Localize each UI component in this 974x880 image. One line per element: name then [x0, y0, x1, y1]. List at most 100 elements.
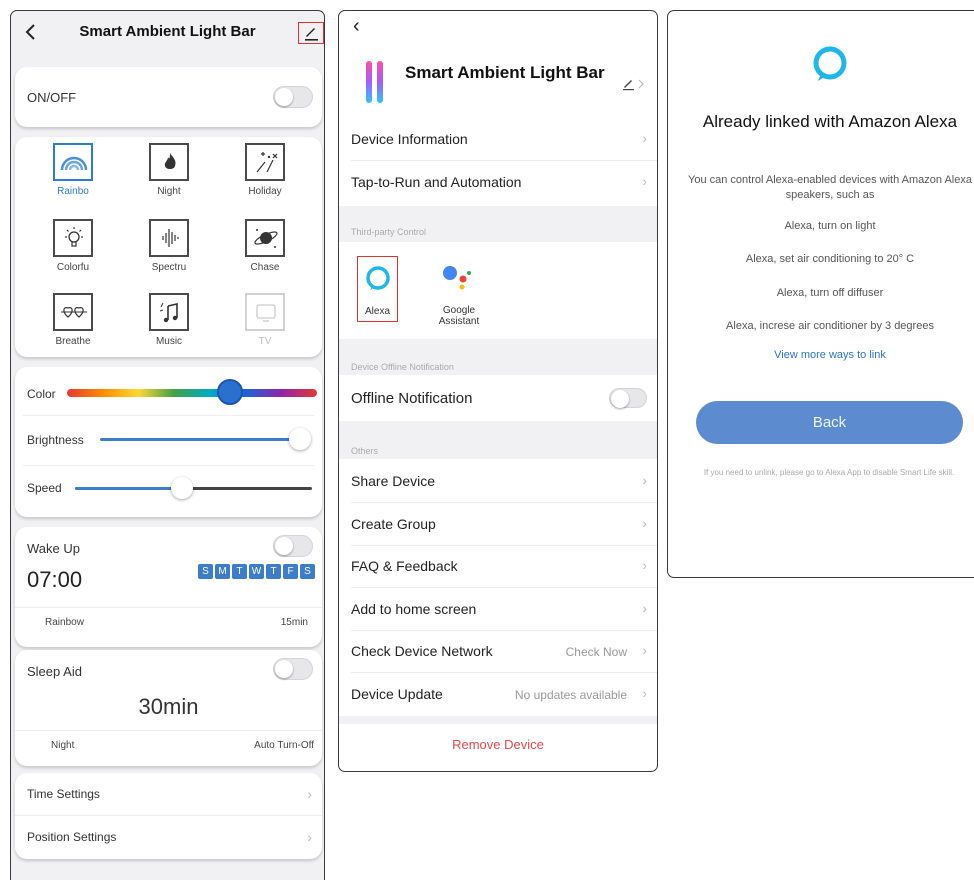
weekday-selector: S M T W T F S — [198, 564, 315, 579]
brightness-slider-handle[interactable] — [289, 428, 311, 450]
wake-up-time[interactable]: 07:00 — [27, 567, 82, 593]
time-settings-row[interactable]: Time Settings › — [15, 773, 322, 815]
day-mon[interactable]: M — [215, 564, 230, 579]
offline-notification-label: Offline Notification — [351, 390, 473, 407]
flame-icon — [149, 143, 189, 181]
sleep-aid-toggle[interactable] — [273, 658, 313, 680]
device-settings-screen: ‹ Smart Ambient Light Bar Device Informa… — [338, 10, 658, 772]
device-title: Smart Ambient Light Bar — [405, 63, 605, 82]
position-settings-label: Position Settings — [27, 830, 117, 844]
hearts-icon — [53, 293, 93, 331]
mode-tv[interactable]: TV — [235, 293, 295, 347]
mode-grid: Rainbo Night Holiday Colorfu Spectru Cha… — [15, 137, 322, 357]
alexa-label: Alexa — [364, 306, 390, 317]
mode-name: Chase — [250, 262, 280, 273]
header: Smart Ambient Light Bar — [11, 11, 324, 55]
google-assistant-tile[interactable]: Google Assistant — [427, 256, 491, 328]
example-text: Alexa, turn on light — [784, 220, 876, 232]
slider-card: Color Brightness Speed — [15, 367, 322, 517]
mode-music[interactable]: Music — [139, 293, 199, 347]
divider — [15, 607, 322, 608]
mode-holiday[interactable]: Holiday — [235, 143, 295, 197]
create-group-label: Create Group — [351, 516, 436, 532]
position-settings-row[interactable]: Position Settings › — [15, 816, 322, 858]
back-button[interactable]: Back — [696, 401, 963, 444]
check-network-label: Check Device Network — [351, 643, 493, 659]
example-text: Alexa, turn off diffuser — [776, 287, 884, 299]
day-tue[interactable]: T — [232, 564, 247, 579]
share-device-row[interactable]: Share Device › — [339, 460, 657, 502]
color-slider-handle[interactable] — [216, 379, 243, 405]
faq-feedback-label: FAQ & Feedback — [351, 558, 458, 574]
mode-night[interactable]: Night — [139, 143, 199, 197]
power-toggle[interactable] — [273, 86, 313, 108]
others-section-header: Others — [339, 421, 657, 459]
mode-rainbow[interactable]: Rainbo — [43, 143, 103, 197]
time-settings-label: Time Settings — [27, 787, 100, 801]
mode-name: Music — [155, 336, 183, 347]
mode-chase[interactable]: Chase — [235, 219, 295, 273]
onoff-label: ON/OFF — [27, 90, 77, 105]
chevron-right-icon: › — [307, 829, 312, 845]
tap-to-run-row[interactable]: Tap-to-Run and Automation › — [339, 161, 657, 203]
alexa-tile[interactable]: Alexa — [357, 256, 398, 322]
sleep-aid-card: Sleep Aid 30min Night Auto Turn-Off — [15, 650, 322, 766]
chevron-right-icon: › — [642, 515, 647, 531]
edit-button[interactable] — [298, 22, 324, 44]
edit-button[interactable] — [621, 77, 647, 96]
brightness-fill — [100, 438, 300, 441]
music-note-icon — [149, 293, 189, 331]
sleep-aid-mode: Night — [51, 740, 75, 751]
mode-name: Rainbo — [57, 186, 89, 197]
example-text: Alexa, increse air conditioner by 3 degr… — [726, 320, 934, 332]
sleep-aid-duration[interactable]: 30min — [15, 694, 322, 720]
check-network-row[interactable]: Check Device Network Check Now › — [339, 630, 657, 672]
wake-up-mode: Rainbow — [45, 617, 84, 628]
mode-spectrum[interactable]: Spectru — [139, 219, 199, 273]
chevron-right-icon: › — [642, 173, 647, 189]
speed-slider[interactable] — [75, 487, 312, 490]
linked-title: Already linked with Amazon Alexa — [702, 112, 958, 131]
fireworks-icon — [245, 143, 285, 181]
device-information-label: Device Information — [351, 131, 468, 147]
remove-device-button[interactable]: Remove Device — [339, 737, 657, 752]
intro-text: You can control Alexa-enabled devices wi… — [688, 174, 972, 201]
speed-slider-handle[interactable] — [170, 477, 193, 499]
divider — [15, 730, 322, 731]
mode-name: Night — [157, 186, 181, 197]
tap-to-run-label: Tap-to-Run and Automation — [351, 174, 522, 190]
device-update-row[interactable]: Device Update No updates available › — [339, 673, 657, 715]
day-thu[interactable]: T — [266, 564, 281, 579]
back-arrow-icon[interactable]: ‹ — [353, 15, 360, 38]
color-slider[interactable] — [67, 389, 317, 397]
planet-icon — [245, 219, 285, 257]
divider — [23, 415, 314, 416]
chevron-right-icon: › — [642, 685, 647, 701]
mode-name: Holiday — [248, 186, 282, 197]
add-to-home-label: Add to home screen — [351, 601, 477, 617]
brightness-slider[interactable] — [100, 438, 300, 441]
day-sat[interactable]: S — [300, 564, 315, 579]
share-device-label: Share Device — [351, 473, 436, 489]
view-more-ways-link[interactable]: View more ways to link — [688, 349, 972, 361]
day-sun[interactable]: S — [198, 564, 213, 579]
power-card: ON/OFF — [15, 67, 322, 127]
add-to-home-row[interactable]: Add to home screen › — [339, 588, 657, 630]
faq-feedback-row[interactable]: FAQ & Feedback › — [339, 545, 657, 587]
offline-notification-toggle[interactable] — [609, 388, 647, 408]
device-information-row[interactable]: Device Information › — [339, 118, 657, 160]
color-label: Color — [27, 387, 56, 401]
mode-breathe[interactable]: Breathe — [43, 293, 103, 347]
mode-name: TV — [258, 336, 272, 347]
day-fri[interactable]: F — [283, 564, 298, 579]
alexa-logo-icon — [813, 46, 847, 81]
unlink-note: If you need to unlink, please go to Alex… — [703, 468, 955, 477]
mode-name: Spectru — [151, 262, 187, 273]
wake-up-toggle[interactable] — [273, 535, 313, 557]
day-wed[interactable]: W — [249, 564, 264, 579]
mode-colorful[interactable]: Colorfu — [43, 219, 103, 273]
example-text: Alexa, set air conditioning to 20° C — [745, 253, 915, 265]
create-group-row[interactable]: Create Group › — [339, 503, 657, 545]
light-bar-control-screen: Smart Ambient Light Bar ON/OFF Rainbo Ni… — [10, 10, 325, 880]
alexa-linked-screen: Already linked with Amazon Alexa You can… — [667, 10, 974, 578]
